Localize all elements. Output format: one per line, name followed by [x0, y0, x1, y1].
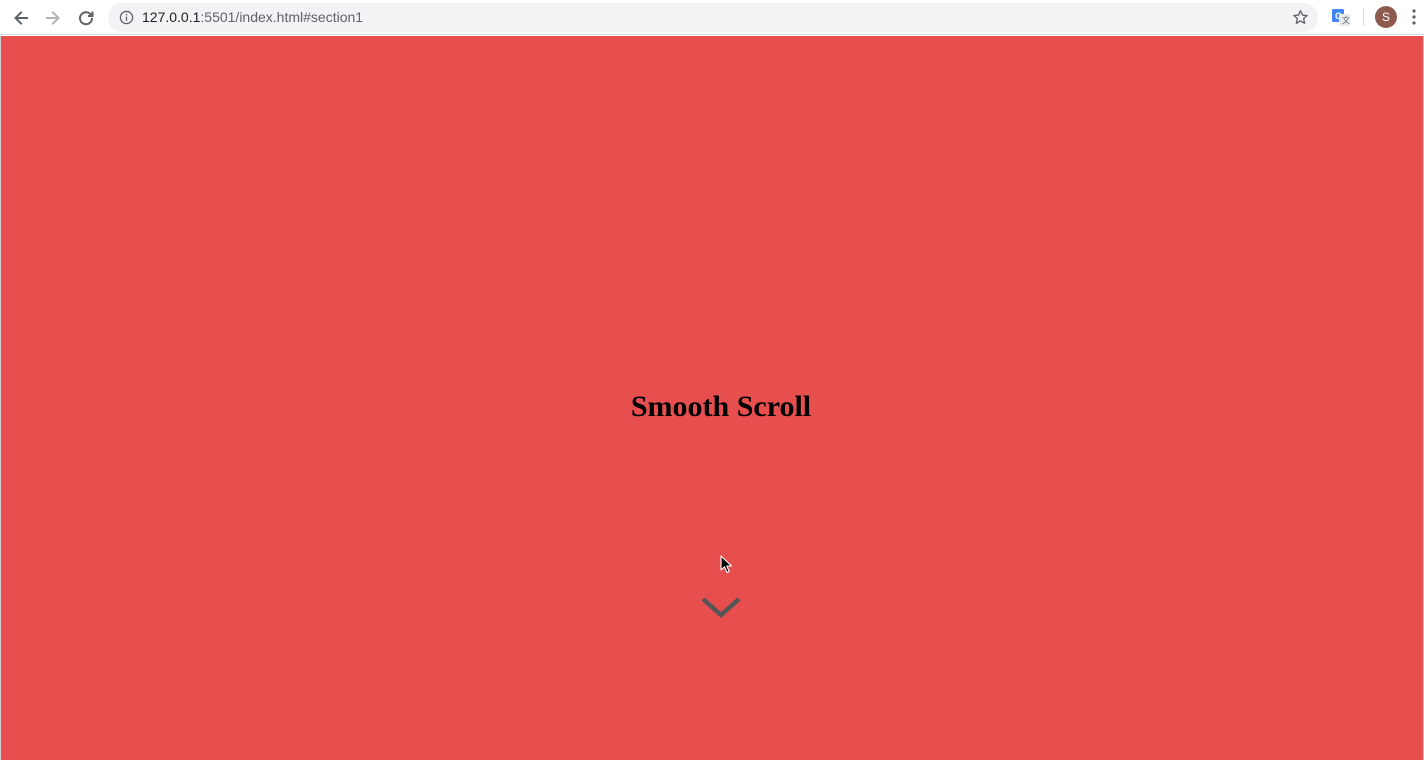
section-1: Smooth Scroll: [0, 36, 1424, 760]
reload-icon: [79, 11, 94, 26]
page-title: Smooth Scroll: [630, 390, 812, 423]
arrow-right-icon: [46, 11, 60, 25]
forward-button[interactable]: [40, 5, 66, 31]
address-bar[interactable]: 127.0.0.1:5501/index.html#section1: [108, 3, 1318, 32]
profile-avatar[interactable]: S: [1375, 6, 1397, 28]
url-host: 127.0.0.1: [142, 9, 201, 25]
reload-button[interactable]: [73, 5, 99, 31]
browser-toolbar: 127.0.0.1:5501/index.html#section1 G 文 S: [0, 0, 1424, 35]
translate-icon[interactable]: G 文: [1332, 8, 1350, 26]
chevron-down-icon[interactable]: [699, 594, 743, 622]
svg-text:文: 文: [1342, 15, 1350, 25]
kebab-menu-icon[interactable]: [1410, 8, 1418, 26]
url-text[interactable]: 127.0.0.1:5501/index.html#section1: [142, 9, 363, 26]
mouse-cursor-icon: [720, 555, 733, 574]
toolbar-separator: [1363, 8, 1364, 26]
url-path: :5501/index.html#section1: [200, 9, 364, 25]
back-button[interactable]: [8, 5, 34, 31]
arrow-left-icon: [14, 11, 28, 25]
info-icon[interactable]: [119, 10, 134, 25]
star-icon[interactable]: [1292, 9, 1309, 26]
